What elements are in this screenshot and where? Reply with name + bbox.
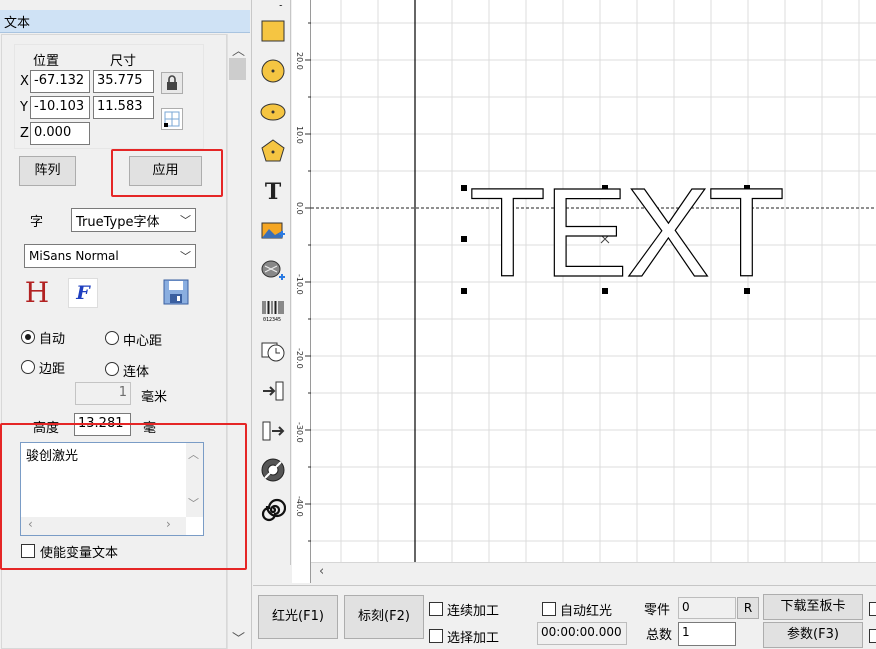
- svg-text:012345: 012345: [263, 317, 281, 323]
- anchor-point-button[interactable]: [161, 108, 183, 130]
- save-font-button[interactable]: [162, 278, 190, 306]
- chevron-down-icon: ﹀: [180, 250, 191, 263]
- radio-joined[interactable]: [105, 362, 119, 376]
- radio-margin-label: 边距: [39, 362, 66, 377]
- timer-icon[interactable]: [260, 338, 286, 364]
- ruler-tick-label: -30.0: [295, 422, 304, 443]
- ruler-tick-label: 10.0: [295, 126, 304, 144]
- mark-button[interactable]: 标刻(F2): [344, 595, 424, 639]
- parts-label: 零件: [644, 603, 671, 618]
- encoder-icon[interactable]: [260, 457, 286, 483]
- lock-icon: [167, 75, 177, 90]
- select-process-label: 选择加工: [447, 631, 500, 646]
- font-name-select[interactable]: MiSans Normal ﹀: [24, 244, 196, 268]
- x-position-field[interactable]: -67.132: [30, 70, 90, 93]
- y-label: Y: [20, 100, 28, 115]
- anchor-grid-icon: [164, 111, 180, 127]
- width-field[interactable]: 35.775: [93, 70, 154, 93]
- scroll-thumb[interactable]: [229, 58, 246, 80]
- font-type-value: TrueType字体: [76, 215, 160, 230]
- x-label: X: [20, 74, 29, 89]
- spacing-field[interactable]: 1: [75, 382, 131, 405]
- shx-font-icon[interactable]: F: [68, 278, 98, 308]
- scroll-down-icon[interactable]: ﹀: [228, 628, 249, 647]
- vertical-ruler: 20.0 10.0 0.0 -10.0 -20.0 -30.0 -40.0: [292, 0, 311, 583]
- text-object[interactable]: TEXT: [468, 168, 785, 297]
- vector-file-icon[interactable]: [260, 257, 286, 283]
- drawing-canvas[interactable]: TEXT: [311, 0, 876, 562]
- ruler-tick-label: 0.0: [295, 202, 304, 215]
- height-size-field[interactable]: 11.583: [93, 96, 154, 119]
- scroll-up-icon[interactable]: ︿: [228, 40, 249, 59]
- chevron-down-icon: ﹀: [180, 214, 191, 227]
- z-position-field[interactable]: 0.000: [30, 122, 90, 145]
- red-light-button[interactable]: 红光(F1): [258, 595, 338, 639]
- auto-red-label: 自动红光: [560, 604, 613, 619]
- toolbar-top-stub: [260, 0, 286, 6]
- position-label: 位置: [33, 54, 60, 69]
- reset-parts-button[interactable]: R: [737, 597, 759, 619]
- ellipse-icon[interactable]: [260, 99, 286, 125]
- panel-title: 文本: [0, 10, 250, 33]
- params-button[interactable]: 参数(F3): [763, 622, 863, 648]
- text-highlight-box: [0, 423, 247, 570]
- input-port-icon[interactable]: [260, 378, 286, 404]
- lock-ratio-button[interactable]: [161, 72, 183, 94]
- font-name-value: MiSans Normal: [29, 249, 119, 263]
- output-port-icon[interactable]: [260, 418, 286, 444]
- radio-auto-label: 自动: [39, 332, 66, 347]
- radio-margin[interactable]: [21, 360, 35, 374]
- rectangle-icon[interactable]: [260, 18, 286, 44]
- radio-auto[interactable]: [21, 330, 35, 344]
- select-process-checkbox[interactable]: [429, 629, 443, 643]
- array-button[interactable]: 阵列: [19, 156, 76, 186]
- spacing-unit: 毫米: [141, 390, 168, 405]
- extra-checkbox-1[interactable]: [869, 602, 876, 616]
- font-label: 字: [30, 215, 44, 230]
- ruler-tick-label: 20.0: [295, 52, 304, 70]
- radio-center-label: 中心距: [123, 334, 163, 349]
- apply-highlight-box: [111, 149, 223, 197]
- drawing-toolbar: T 012345: [253, 0, 291, 565]
- chevron-left-icon[interactable]: ‹: [319, 564, 324, 579]
- radio-joined-label: 连体: [123, 365, 150, 380]
- total-field[interactable]: 1: [678, 622, 736, 646]
- radio-center[interactable]: [105, 331, 119, 345]
- text-tool-icon[interactable]: T: [260, 179, 286, 205]
- continuous-label: 连续加工: [447, 604, 500, 619]
- download-to-board-button[interactable]: 下载至板卡: [763, 594, 863, 620]
- continuous-checkbox[interactable]: [429, 602, 443, 616]
- save-icon: [163, 279, 189, 305]
- canvas-hscroll[interactable]: ‹: [311, 562, 876, 583]
- spiral-icon[interactable]: [260, 497, 287, 523]
- elapsed-time: 00:00:00.000: [537, 622, 627, 645]
- size-label: 尺寸: [110, 54, 137, 69]
- y-position-field[interactable]: -10.103: [30, 96, 90, 119]
- auto-red-checkbox[interactable]: [542, 602, 556, 616]
- barcode-icon[interactable]: 012345: [260, 297, 286, 323]
- circle-icon[interactable]: [260, 58, 286, 84]
- ruler-tick-label: -10.0: [295, 274, 304, 295]
- bottom-control-bar: 红光(F1) 标刻(F2) 连续加工 选择加工 自动红光 00:00:00.00…: [253, 585, 876, 649]
- polygon-icon[interactable]: [260, 138, 286, 164]
- z-label: Z: [20, 126, 29, 141]
- ruler-tick-label: -20.0: [295, 348, 304, 369]
- hershey-font-icon[interactable]: H: [22, 278, 52, 308]
- bitmap-icon[interactable]: [260, 218, 286, 244]
- ruler-tick-label: -40.0: [295, 496, 304, 517]
- total-label: 总数: [646, 628, 673, 643]
- text-properties-panel: 文本 ︿ ﹀ 位置 尺寸 X -67.132 35.775 Y -10.103 …: [0, 0, 252, 649]
- extra-checkbox-2[interactable]: [869, 629, 876, 643]
- parts-field: 0: [678, 597, 736, 619]
- font-type-select[interactable]: TrueType字体 ﹀: [71, 208, 196, 232]
